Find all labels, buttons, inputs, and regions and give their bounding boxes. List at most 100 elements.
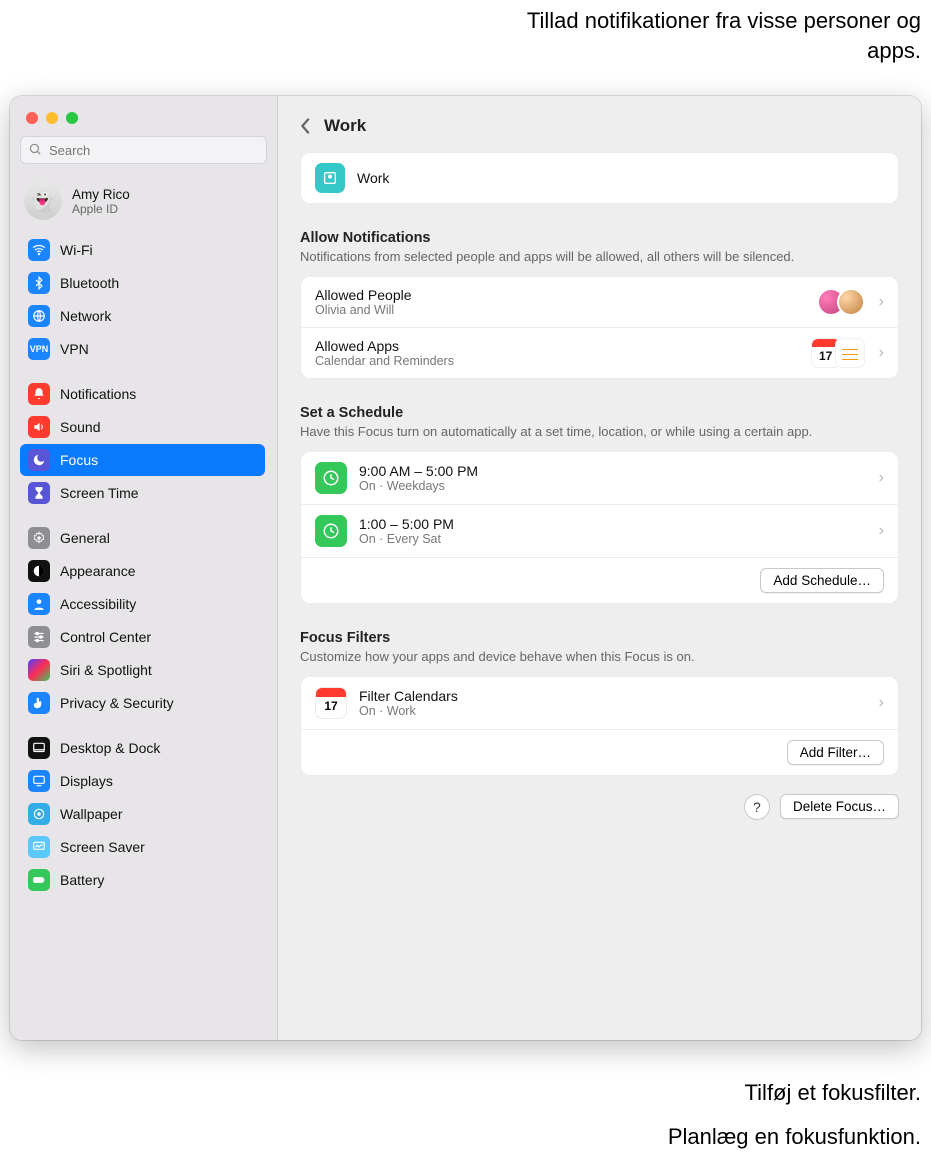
app-icons bbox=[817, 338, 865, 368]
chevron-right-icon: › bbox=[871, 293, 884, 311]
schedule-row-sub: On · Every Sat bbox=[359, 532, 871, 546]
chevron-right-icon: › bbox=[871, 522, 884, 540]
sidebar-item-label: Focus bbox=[60, 452, 98, 468]
schedule-row[interactable]: 1:00 – 5:00 PM On · Every Sat › bbox=[301, 505, 898, 558]
display-icon bbox=[28, 770, 50, 792]
content-header: Work bbox=[300, 114, 899, 138]
content-pane: Work Work Allow Notifications Notificati… bbox=[278, 96, 921, 1040]
delete-focus-button[interactable]: Delete Focus… bbox=[780, 794, 899, 819]
sidebar-item-desktop-dock[interactable]: Desktop & Dock bbox=[20, 732, 265, 764]
schedule-desc: Have this Focus turn on automatically at… bbox=[300, 424, 860, 441]
screensaver-icon bbox=[28, 836, 50, 858]
chevron-right-icon: › bbox=[871, 694, 884, 712]
sidebar-item-control-center[interactable]: Control Center bbox=[20, 621, 265, 653]
sidebar-item-wallpaper[interactable]: Wallpaper bbox=[20, 798, 265, 830]
sidebar-item-vpn[interactable]: VPN VPN bbox=[20, 333, 265, 365]
filter-row-title: Filter Calendars bbox=[359, 688, 871, 704]
sidebar-item-siri-spotlight[interactable]: Siri & Spotlight bbox=[20, 654, 265, 686]
allowed-people-title: Allowed People bbox=[315, 287, 825, 303]
apple-id-account[interactable]: 👻 Amy Rico Apple ID bbox=[20, 174, 267, 234]
sidebar-item-notifications[interactable]: Notifications bbox=[20, 378, 265, 410]
allowed-apps-title: Allowed Apps bbox=[315, 338, 817, 354]
bottom-actions: ? Delete Focus… bbox=[300, 794, 899, 820]
sidebar-item-sound[interactable]: Sound bbox=[20, 411, 265, 443]
chevron-right-icon: › bbox=[871, 469, 884, 487]
add-filter-button[interactable]: Add Filter… bbox=[787, 740, 884, 765]
clock-icon bbox=[315, 462, 347, 494]
wallpaper-icon bbox=[28, 803, 50, 825]
sidebar-item-accessibility[interactable]: Accessibility bbox=[20, 588, 265, 620]
schedule-row[interactable]: 9:00 AM – 5:00 PM On · Weekdays › bbox=[301, 452, 898, 505]
person-icon bbox=[28, 593, 50, 615]
focus-name-row[interactable]: Work bbox=[301, 153, 898, 203]
annotation-allow: Tillad notifikationer fra visse personer… bbox=[521, 6, 921, 65]
sidebar-item-bluetooth[interactable]: Bluetooth bbox=[20, 267, 265, 299]
focus-name-label: Work bbox=[357, 170, 389, 186]
bell-icon bbox=[28, 383, 50, 405]
search-field-container bbox=[20, 136, 267, 164]
bluetooth-icon bbox=[28, 272, 50, 294]
sidebar-item-screen-time[interactable]: Screen Time bbox=[20, 477, 265, 509]
person-avatar-icon bbox=[837, 288, 865, 316]
hourglass-icon bbox=[28, 482, 50, 504]
allowed-apps-row[interactable]: Allowed Apps Calendar and Reminders › bbox=[301, 328, 898, 378]
allow-notifications-title: Allow Notifications bbox=[300, 230, 899, 246]
chevron-right-icon: › bbox=[871, 344, 884, 362]
hand-icon bbox=[28, 692, 50, 714]
sidebar-item-label: Battery bbox=[60, 872, 104, 888]
close-window-button[interactable] bbox=[26, 112, 38, 124]
moon-icon bbox=[28, 449, 50, 471]
sidebar-item-focus[interactable]: Focus bbox=[20, 444, 265, 476]
sidebar-item-label: Displays bbox=[60, 773, 113, 789]
filters-panel: Filter Calendars On · Work › Add Filter… bbox=[300, 676, 899, 776]
search-input[interactable] bbox=[20, 136, 267, 164]
gear-icon bbox=[28, 527, 50, 549]
calendar-icon bbox=[315, 687, 347, 719]
schedule-title: Set a Schedule bbox=[300, 405, 899, 421]
back-button[interactable] bbox=[294, 114, 318, 138]
sidebar-item-label: Notifications bbox=[60, 386, 136, 402]
allow-notifications-desc: Notifications from selected people and a… bbox=[300, 249, 860, 266]
fullscreen-window-button[interactable] bbox=[66, 112, 78, 124]
sidebar-item-label: Wi-Fi bbox=[60, 242, 93, 258]
annotation-add-filter: Tilføj et fokusfilter. bbox=[745, 1078, 921, 1108]
schedule-row-title: 1:00 – 5:00 PM bbox=[359, 516, 871, 532]
sidebar-item-label: VPN bbox=[60, 341, 89, 357]
account-sub: Apple ID bbox=[72, 202, 130, 216]
allow-notifications-panel: Allowed People Olivia and Will › Allowed… bbox=[300, 276, 899, 379]
sidebar-item-displays[interactable]: Displays bbox=[20, 765, 265, 797]
sidebar-item-wi-fi[interactable]: Wi-Fi bbox=[20, 234, 265, 266]
annotation-add-schedule: Planlæg en fokusfunktion. bbox=[668, 1122, 921, 1152]
page-title: Work bbox=[324, 116, 366, 136]
focus-name-panel: Work bbox=[300, 152, 899, 204]
add-schedule-button[interactable]: Add Schedule… bbox=[760, 568, 884, 593]
sidebar-item-label: Screen Time bbox=[60, 485, 139, 501]
sidebar-list: Wi-Fi Bluetooth Network VPN VPN Notification… bbox=[20, 234, 267, 908]
sidebar-item-label: Privacy & Security bbox=[60, 695, 174, 711]
sidebar-item-label: General bbox=[60, 530, 110, 546]
allowed-people-sub: Olivia and Will bbox=[315, 303, 825, 317]
sidebar-item-general[interactable]: General bbox=[20, 522, 265, 554]
reminders-app-icon bbox=[835, 338, 865, 368]
sidebar-item-network[interactable]: Network bbox=[20, 300, 265, 332]
sidebar-item-privacy-security[interactable]: Privacy & Security bbox=[20, 687, 265, 719]
sidebar-item-label: Network bbox=[60, 308, 111, 324]
people-avatars bbox=[825, 288, 865, 316]
sidebar-item-appearance[interactable]: Appearance bbox=[20, 555, 265, 587]
globe-icon bbox=[28, 305, 50, 327]
filters-desc: Customize how your apps and device behav… bbox=[300, 649, 860, 666]
filter-row[interactable]: Filter Calendars On · Work › bbox=[301, 677, 898, 730]
sidebar-item-label: Bluetooth bbox=[60, 275, 119, 291]
allowed-people-row[interactable]: Allowed People Olivia and Will › bbox=[301, 277, 898, 328]
sidebar-item-screen-saver[interactable]: Screen Saver bbox=[20, 831, 265, 863]
help-button[interactable]: ? bbox=[744, 794, 770, 820]
add-schedule-row: Add Schedule… bbox=[301, 558, 898, 603]
minimize-window-button[interactable] bbox=[46, 112, 58, 124]
focus-work-icon bbox=[315, 163, 345, 193]
vpn-icon: VPN bbox=[28, 338, 50, 360]
wifi-icon bbox=[28, 239, 50, 261]
schedule-panel: 9:00 AM – 5:00 PM On · Weekdays › 1:00 –… bbox=[300, 451, 899, 604]
account-name: Amy Rico bbox=[72, 187, 130, 202]
sidebar-item-battery[interactable]: Battery bbox=[20, 864, 265, 896]
sidebar-item-label: Accessibility bbox=[60, 596, 136, 612]
